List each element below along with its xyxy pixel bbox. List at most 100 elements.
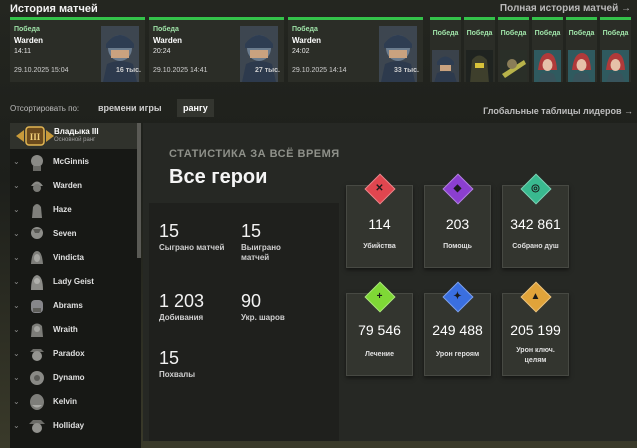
sidebar-item-kelvin[interactable]: ⌄ Kelvin <box>10 391 141 413</box>
rank-badge-icon: III <box>16 126 54 146</box>
chevron-icon: ⌄ <box>13 421 20 430</box>
sidebar-item-label: Wraith <box>53 325 78 334</box>
mini-match-card[interactable]: Победа <box>566 17 597 82</box>
skull-icon: ✕ <box>375 183 384 194</box>
summary-stats: 15 Сыграно матчей 15 Выиграно матчей 1 2… <box>149 203 339 441</box>
all-time-stats-title: СТАТИСТИКА ЗА ВСЁ ВРЕМЯ <box>169 148 340 160</box>
match-result: Победа <box>500 30 527 37</box>
full-history-link[interactable]: Полная история матчей → <box>500 3 631 14</box>
match-card[interactable]: Победа Warden 24:02 29.10.2025 14:14 33 … <box>288 17 423 82</box>
chevron-icon: ⌄ <box>13 277 20 286</box>
mcginnis-icon <box>31 155 43 171</box>
chevron-icon: ⌄ <box>13 253 20 262</box>
hero-sidebar: III Владыка III Основной ранг ⌄ McGinnis… <box>10 123 141 448</box>
match-duration: 14:11 <box>14 48 31 55</box>
svg-text:III: III <box>30 132 41 142</box>
rank-name: Владыка III <box>54 127 99 136</box>
sidebar-item-paradox[interactable]: ⌄ Paradox <box>10 343 141 365</box>
sort-label: Отсортировать по: <box>10 104 80 113</box>
sidebar-item-label: Kelvin <box>53 397 78 406</box>
abrams-icon <box>31 300 43 313</box>
stat-label: Урон героям <box>435 351 480 358</box>
mini-match-card[interactable]: Победа <box>600 17 631 82</box>
sidebar-item-lady-geist[interactable]: ⌄ Lady Geist <box>10 271 141 293</box>
stat-value: 203 <box>445 216 470 232</box>
stat-label: Добивания <box>159 313 204 322</box>
mini-match-card[interactable]: Победа <box>532 17 563 82</box>
match-souls: 27 тыс. <box>255 67 280 74</box>
match-duration: 24:02 <box>292 48 310 55</box>
stat-label: Убийства <box>363 243 396 250</box>
stat-box-hero-damage: ✦ 249 488 Урон героям <box>424 281 491 376</box>
paradox-icon <box>30 349 44 361</box>
handshake-icon: ◆ <box>453 183 462 194</box>
stat-label: Укр. шаров <box>241 313 285 322</box>
sidebar-item-label: Dynamo <box>53 373 85 382</box>
stat-label: Лечение <box>364 351 394 358</box>
match-card[interactable]: Победа Warden 20:24 29.10.2025 14:41 27 … <box>149 17 284 82</box>
sort-by-time-button[interactable]: времени игры <box>92 99 168 117</box>
match-hero: Warden <box>14 36 44 45</box>
sidebar-scrollbar[interactable] <box>137 123 141 258</box>
stat-value: 205 199 <box>510 322 561 338</box>
sidebar-item-label: Lady Geist <box>53 277 94 286</box>
match-date: 29.10.2025 14:41 <box>153 67 208 74</box>
global-leaderboards-link[interactable]: Глобальные таблицы лидеров → <box>483 106 633 116</box>
sidebar-item-wraith[interactable]: ⌄ Wraith <box>10 319 141 341</box>
sidebar-item-warden[interactable]: ⌄ Warden <box>10 175 141 197</box>
stat-matches-played: 15 Сыграно матчей <box>159 221 224 253</box>
page-title: Все герои <box>169 166 268 188</box>
match-history-title: История матчей <box>10 3 98 15</box>
stats-panel: СТАТИСТИКА ЗА ВСЁ ВРЕМЯ Все герои 15 Сыг… <box>143 123 637 441</box>
objective-damage-icon: ▲ <box>530 291 541 302</box>
hooded-hero-portrait-icon <box>466 50 493 82</box>
dynamo-icon <box>30 371 44 385</box>
sidebar-item-dynamo[interactable]: ⌄ Dynamo <box>10 367 141 389</box>
soul-icon: ◎ <box>531 183 540 194</box>
plus-icon: + <box>376 291 383 302</box>
mini-match-card[interactable]: Победа <box>430 17 461 82</box>
stat-commends: 15 Похвалы <box>159 348 195 380</box>
seven-icon <box>31 227 43 239</box>
stat-value: 342 861 <box>510 216 561 232</box>
rank-header[interactable]: III Владыка III Основной ранг <box>10 123 141 149</box>
match-result: Победа <box>466 30 493 37</box>
sidebar-item-label: Paradox <box>53 349 85 358</box>
match-result: Победа <box>292 26 318 33</box>
wraith-icon <box>31 323 43 337</box>
stat-matches-won: 15 Выиграно матчей <box>241 221 301 263</box>
sort-by-rank-button[interactable]: рангу <box>177 99 214 117</box>
stat-value: 15 <box>159 221 180 241</box>
rank-subtitle: Основной ранг <box>54 137 96 143</box>
match-hero: Warden <box>292 36 322 45</box>
match-result: Победа <box>568 30 595 37</box>
stat-value: 15 <box>159 348 180 368</box>
redhair-hero-portrait-icon <box>602 50 629 82</box>
stat-value: 1 203 <box>159 291 205 311</box>
chevron-icon: ⌄ <box>13 181 20 190</box>
chevron-icon: ⌄ <box>13 397 20 406</box>
stat-box-assists: ◆ 203 Помощь <box>424 173 491 268</box>
chevron-icon: ⌄ <box>13 301 20 310</box>
stat-box-objective-damage: ▲ 205 199 Урон ключ. целям <box>502 281 569 376</box>
chevron-icon: ⌄ <box>13 205 20 214</box>
sidebar-item-label: Haze <box>53 205 72 214</box>
sidebar-item-abrams[interactable]: ⌄ Abrams <box>10 295 141 317</box>
sidebar-item-vindicta[interactable]: ⌄ Vindicta <box>10 247 141 269</box>
match-result: Победа <box>534 30 561 37</box>
stat-orbs: 90 Укр. шаров <box>241 291 285 323</box>
stat-box-kills: ✕ 114 Убийства <box>346 173 413 268</box>
match-result: Победа <box>14 26 40 33</box>
mini-match-card[interactable]: Победа <box>498 17 529 82</box>
hero-damage-icon: ✦ <box>453 291 462 302</box>
match-card[interactable]: Победа Warden 14:11 29.10.2025 15:04 16 … <box>10 17 145 82</box>
sidebar-item-haze[interactable]: ⌄ Haze <box>10 199 141 221</box>
sidebar-item-holliday[interactable]: ⌄ Holliday <box>10 415 141 437</box>
sidebar-item-mcginnis[interactable]: ⌄ McGinnis <box>10 151 141 173</box>
warden-portrait-icon <box>432 50 459 82</box>
match-hero: Warden <box>153 36 183 45</box>
chevron-icon: ⌄ <box>13 373 20 382</box>
stat-value: 249 488 <box>432 322 483 338</box>
sidebar-item-seven[interactable]: ⌄ Seven <box>10 223 141 245</box>
mini-match-card[interactable]: Победа <box>464 17 495 82</box>
